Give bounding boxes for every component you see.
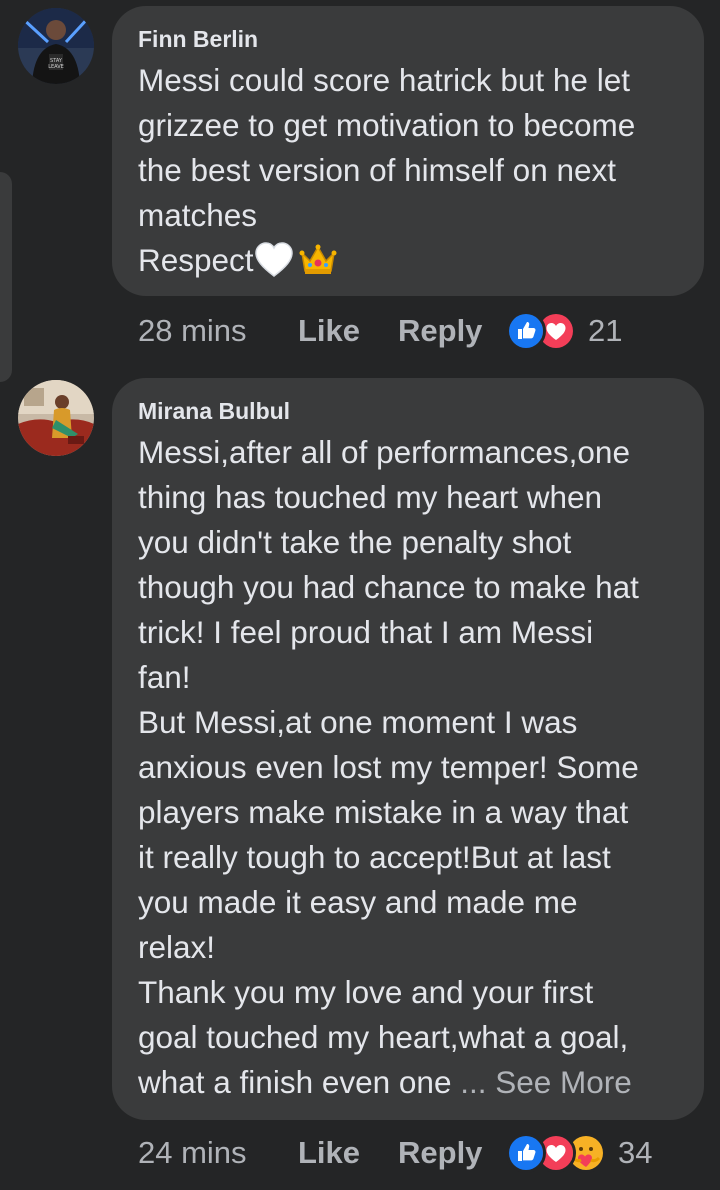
comment-text-line: relax! [138, 929, 216, 965]
comment-actions: 28 mins Like Reply 21 [138, 306, 622, 356]
reply-button[interactable]: Reply [398, 1135, 506, 1171]
like-button[interactable]: Like [298, 313, 398, 349]
comment-text-line: though you had chance to make hat [138, 569, 639, 605]
like-reaction-icon [506, 1133, 546, 1173]
comment-text-line: Messi could score hatrick but he let [138, 62, 630, 98]
reaction-summary[interactable]: 34 [506, 1133, 652, 1173]
avatar[interactable]: STAY LEAVE [18, 8, 94, 84]
comment-text-tail: what a finish even one [138, 1064, 452, 1100]
comment-text-line: Respect [138, 238, 684, 283]
svg-text:LEAVE: LEAVE [48, 64, 64, 70]
comment-text-line: trick! I feel proud that I am Messi [138, 614, 594, 650]
comment-bubble[interactable]: Finn Berlin Messi could score hatrick bu… [112, 6, 704, 296]
like-reaction-icon [506, 311, 546, 351]
avatar[interactable] [18, 380, 94, 456]
comment-author[interactable]: Mirana Bulbul [138, 396, 684, 426]
comment-text-line: fan! [138, 659, 191, 695]
reaction-count[interactable]: 34 [618, 1135, 652, 1171]
comment-timestamp[interactable]: 28 mins [138, 313, 298, 349]
comment-text-line: thing has touched my heart when [138, 479, 603, 515]
comment-actions: 24 mins Like Reply 34 [138, 1128, 652, 1178]
comment-text-line: goal touched my heart,what a goal, [138, 1019, 629, 1055]
reaction-count[interactable]: 21 [588, 313, 622, 349]
comment-text-tail: Respect [138, 242, 254, 278]
comment-text-line: But Messi,at one moment I was [138, 704, 578, 740]
like-button[interactable]: Like [298, 1135, 398, 1171]
white-heart-icon [254, 241, 294, 281]
comment-timestamp[interactable]: 24 mins [138, 1135, 298, 1171]
ellipsis: ... [451, 1064, 496, 1100]
comment-text-line: Thank you my love and your first [138, 974, 594, 1010]
comment-bubble[interactable]: Mirana Bulbul Messi,after all of perform… [112, 378, 704, 1120]
comment-text-line: Messi,after all of performances,one [138, 434, 630, 470]
reply-button[interactable]: Reply [398, 313, 506, 349]
comment-text-line: matches [138, 197, 258, 233]
comment-text-line: players make mistake in a way that [138, 794, 629, 830]
crown-icon [298, 239, 338, 279]
comment-author[interactable]: Finn Berlin [138, 24, 684, 54]
comment-text-line: it really tough to accept!But at last [138, 839, 611, 875]
see-more-link[interactable]: See More [495, 1064, 632, 1100]
comment-text-line: grizzee to get motivation to become [138, 107, 636, 143]
comment-text-line: you made it easy and made me [138, 884, 578, 920]
comment-text-line: anxious even lost my temper! Some [138, 749, 639, 785]
comment-text-line: you didn't take the penalty shot [138, 524, 572, 560]
comments-thread: STAY LEAVE Finn Berlin Messi could score… [0, 0, 720, 1190]
scrollbar-thumb[interactable] [0, 172, 12, 382]
reaction-summary[interactable]: 21 [506, 311, 622, 351]
comment-text-line: the best version of himself on next [138, 152, 617, 188]
comment-text-line: what a finish even one ... See More [138, 1060, 684, 1105]
